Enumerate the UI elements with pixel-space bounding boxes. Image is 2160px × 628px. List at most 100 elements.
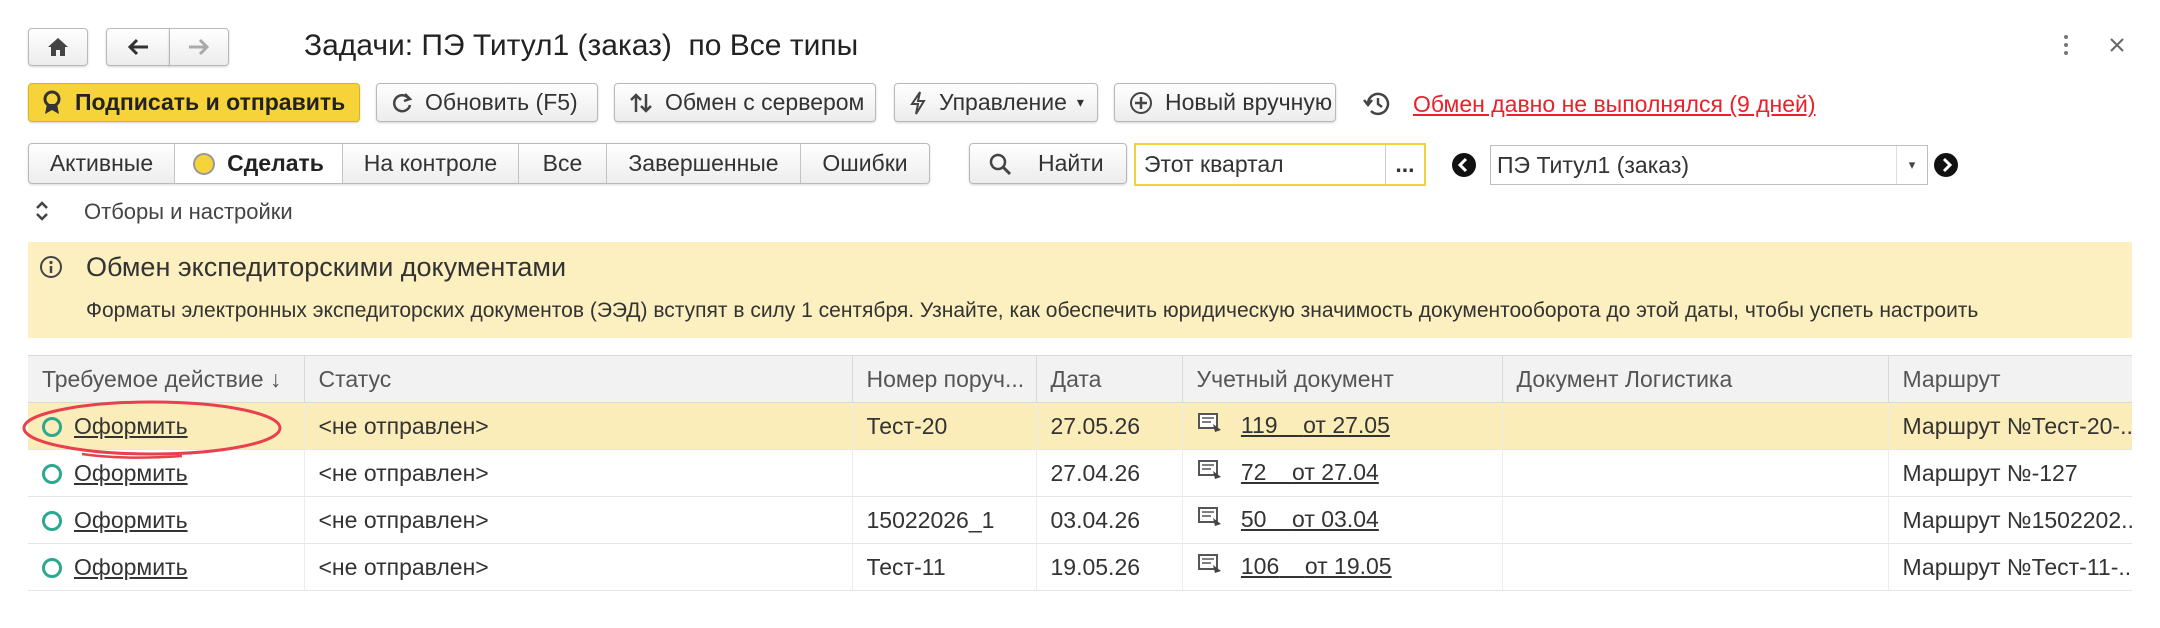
org-value: ПЭ Титул1 (заказ)	[1497, 151, 1690, 178]
account-doc-link[interactable]: 106 от 19.05	[1241, 553, 1392, 579]
date-cell: 27.05.26	[1036, 402, 1183, 450]
table-row[interactable]: Оформить <не отправлен> Тест-11 19.05.26…	[28, 543, 2132, 591]
route-cell: Маршрут №Тест-20-...	[1888, 402, 2132, 450]
tab-errors[interactable]: Ошибки	[801, 144, 929, 183]
next-org-button[interactable]	[1933, 152, 1959, 183]
find-label: Найти	[1038, 150, 1104, 176]
exchange-server-button[interactable]: Обмен с сервером	[614, 83, 876, 122]
circle-arrow-left-icon	[1452, 153, 1476, 177]
number-cell	[852, 449, 1037, 497]
number-cell: 15022026_1	[852, 496, 1037, 544]
sort-arrows-icon	[629, 92, 653, 114]
status-tabs: Активные Сделать На контроле Все Заверше…	[28, 143, 930, 184]
award-icon	[41, 90, 63, 116]
status-circle-icon	[42, 558, 62, 579]
tasks-table: Требуемое действие ↓ Статус Номер поруч.…	[28, 355, 2132, 591]
tab-completed[interactable]: Завершенные	[607, 144, 801, 183]
status-cell: <не отправлен>	[304, 402, 853, 450]
status-cell: <не отправлен>	[304, 496, 853, 544]
filters-settings-link[interactable]: Отборы и настройки	[84, 199, 293, 225]
info-icon	[39, 255, 63, 284]
logistics-doc-cell	[1502, 543, 1889, 591]
period-value: Этот квартал	[1144, 151, 1284, 177]
close-button[interactable]	[2104, 30, 2130, 60]
new-manual-button[interactable]: Новый вручную	[1114, 83, 1336, 122]
number-cell: Тест-20	[852, 402, 1037, 450]
sign-and-send-label: Подписать и отправить	[75, 89, 346, 115]
page-title: Задачи: ПЭ Титул1 (заказ) по Все типы	[304, 29, 859, 62]
tab-on-control[interactable]: На контроле	[343, 144, 519, 183]
account-doc-link[interactable]: 119 от 27.05	[1241, 412, 1390, 438]
more-vertical-icon	[2064, 35, 2068, 55]
table-row[interactable]: Оформить <не отправлен> 27.04.26 72 от 2…	[28, 449, 2132, 497]
yellow-dot-icon	[193, 152, 216, 175]
home-icon	[48, 38, 68, 56]
logistics-doc-cell	[1502, 496, 1889, 544]
action-link[interactable]: Оформить	[74, 507, 188, 533]
document-icon	[1197, 506, 1223, 534]
refresh-button[interactable]: Обновить (F5)	[376, 83, 598, 122]
column-header-route[interactable]: Маршрут	[1888, 355, 2132, 403]
account-doc-cell: 106 от 19.05	[1182, 543, 1503, 591]
tab-all[interactable]: Все	[519, 144, 607, 183]
account-doc-cell: 50 от 03.04	[1182, 496, 1503, 544]
org-select[interactable]: ПЭ Титул1 (заказ) ▾	[1490, 145, 1928, 185]
document-icon	[1197, 459, 1223, 487]
status-cell: <не отправлен>	[304, 543, 853, 591]
number-cell: Тест-11	[852, 543, 1037, 591]
column-header-account-doc[interactable]: Учетный документ	[1182, 355, 1503, 403]
route-cell: Маршрут №-127	[1888, 449, 2132, 497]
date-cell: 19.05.26	[1036, 543, 1183, 591]
table-row[interactable]: Оформить <не отправлен> Тест-20 27.05.26…	[28, 402, 2132, 450]
new-manual-label: Новый вручную	[1165, 89, 1333, 115]
refresh-icon	[391, 92, 413, 114]
date-cell: 03.04.26	[1036, 496, 1183, 544]
forward-button[interactable]	[169, 28, 229, 66]
column-header-number[interactable]: Номер поруч...	[852, 355, 1037, 403]
account-doc-link[interactable]: 50 от 03.04	[1241, 506, 1379, 532]
table-row[interactable]: Оформить <не отправлен> 15022026_1 03.04…	[28, 496, 2132, 544]
account-doc-cell: 72 от 27.04	[1182, 449, 1503, 497]
logistics-doc-cell	[1502, 402, 1889, 450]
account-doc-cell: 119 от 27.05	[1182, 402, 1503, 450]
sign-and-send-button[interactable]: Подписать и отправить	[28, 83, 360, 122]
period-select-button[interactable]: ...	[1385, 145, 1424, 184]
manage-dropdown-button[interactable]: Управление ▾	[894, 83, 1098, 122]
caret-down-icon: ▾	[1076, 94, 1084, 110]
tab-active[interactable]: Активные	[29, 144, 175, 183]
chevron-down-icon[interactable]: ▾	[1896, 146, 1927, 184]
exchange-server-label: Обмен с сервером	[665, 89, 865, 115]
arrow-left-icon	[127, 38, 148, 56]
column-header-status[interactable]: Статус	[304, 355, 853, 403]
status-circle-icon	[42, 511, 62, 532]
more-menu-button[interactable]	[2056, 30, 2076, 60]
column-header-logistics-doc[interactable]: Документ Логистика	[1502, 355, 1889, 403]
status-circle-icon	[42, 464, 62, 485]
table-header: Требуемое действие ↓ Статус Номер поруч.…	[28, 355, 2132, 403]
document-icon	[1197, 553, 1223, 581]
back-button[interactable]	[106, 28, 170, 66]
close-icon	[2110, 38, 2124, 52]
column-header-date[interactable]: Дата	[1036, 355, 1183, 403]
route-cell: Маршрут №Тест-11-...	[1888, 543, 2132, 591]
sort-down-icon: ↓	[269, 365, 282, 392]
logistics-doc-cell	[1502, 449, 1889, 497]
date-cell: 27.04.26	[1036, 449, 1183, 497]
action-link[interactable]: Оформить	[74, 554, 188, 580]
plus-circle-icon	[1129, 91, 1153, 115]
search-icon	[988, 152, 1012, 176]
circle-arrow-right-icon	[1934, 153, 1958, 177]
history-icon	[1362, 90, 1392, 123]
home-button[interactable]	[28, 28, 88, 66]
expand-collapse-icon[interactable]	[34, 199, 50, 228]
manage-label: Управление	[939, 89, 1067, 115]
account-doc-link[interactable]: 72 от 27.04	[1241, 459, 1379, 485]
banner-title: Обмен экспедиторскими документами	[86, 252, 567, 282]
period-field[interactable]: Этот квартал ...	[1134, 143, 1426, 186]
find-button[interactable]: Найти	[969, 143, 1127, 184]
prev-org-button[interactable]	[1451, 152, 1477, 183]
info-banner: Обмен экспедиторскими документами Формат…	[28, 242, 2132, 338]
exchange-warning-link[interactable]: Обмен давно не выполнялся (9 дней)	[1413, 91, 1816, 118]
tab-todo[interactable]: Сделать	[175, 144, 343, 183]
status-cell: <не отправлен>	[304, 449, 853, 497]
